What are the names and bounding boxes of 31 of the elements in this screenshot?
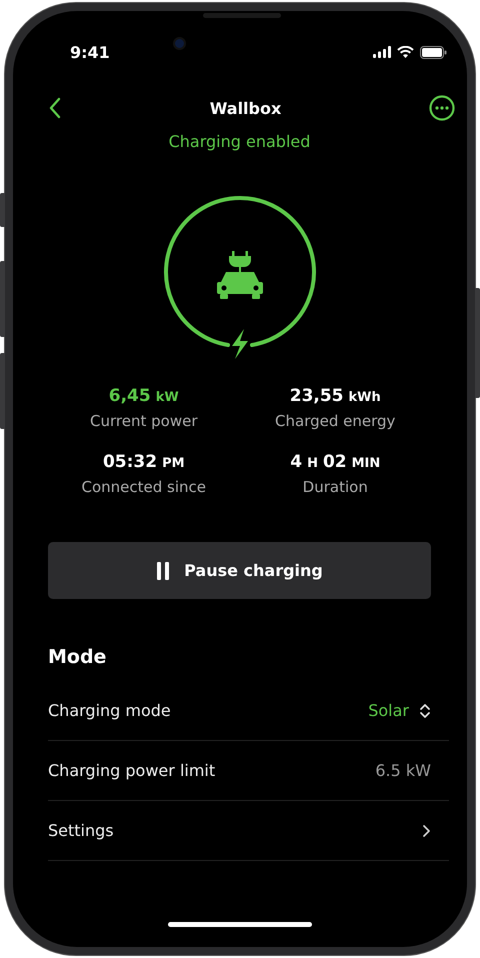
pause-charging-button[interactable]: Pause charging [48,542,431,599]
screen-title: Wallbox [210,98,282,118]
section-title: Mode [48,646,108,668]
status-time: 9:41 [70,42,110,62]
stat-label: Connected since [81,478,206,496]
car-plug-icon [216,251,262,299]
row-label: Charging power limit [48,761,216,780]
stat-label: Charged energy [275,412,396,430]
row-value: Solar [368,701,409,720]
settings-row[interactable]: Settings [48,801,449,861]
settings-row[interactable]: Charging mode Solar [48,681,449,741]
up-down-icon [419,702,431,720]
back-button[interactable] [48,97,62,119]
settings-row[interactable]: Charging power limit 6.5 kW [48,741,449,801]
chevron-right-icon [421,822,431,838]
stat-value: 6,45 kW [108,386,179,406]
stat-value: 05:32 PM [102,452,185,472]
row-value: 6.5 kW [375,761,431,780]
stat-value: 23,55 kWh [290,386,381,406]
stat-value: 4 H 02 MIN [290,452,380,472]
battery-icon [420,46,447,58]
signal-icon [373,46,391,58]
stat-label: Current power [90,412,198,430]
pause-icon [156,562,170,580]
wifi-icon [397,46,414,58]
camera-dot [173,37,186,50]
stat-label: Duration [302,478,368,496]
row-label: Charging mode [48,701,171,720]
charging-status: Charging enabled [168,132,312,151]
row-label: Settings [48,821,114,840]
more-button[interactable] [428,95,455,121]
